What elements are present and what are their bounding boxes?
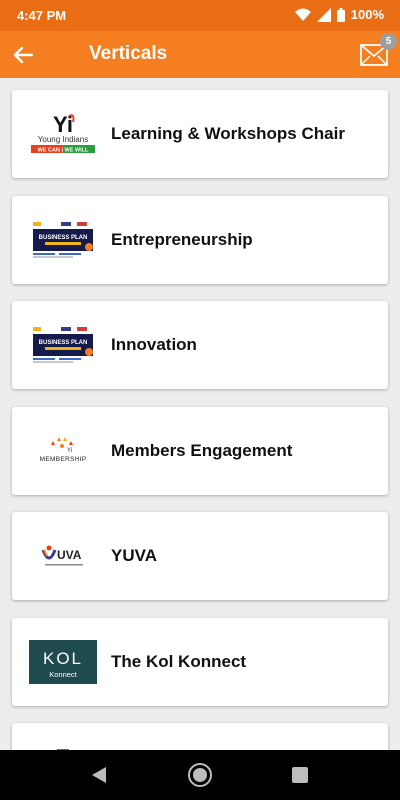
- back-arrow-icon: [13, 46, 33, 64]
- back-button[interactable]: [6, 38, 40, 72]
- page-title: Verticals: [89, 43, 168, 64]
- vertical-card-yuva[interactable]: UVA YUVA: [12, 512, 388, 600]
- wifi-icon: [294, 8, 311, 21]
- logo-text: KOL: [43, 649, 83, 668]
- vertical-label: Learning & Workshops Chair: [111, 124, 345, 143]
- vertical-label: Innovation: [111, 335, 197, 354]
- banner-text: BUSINESS PLAN: [39, 340, 88, 346]
- logo-text: MEMBERSHIP: [40, 456, 87, 463]
- svg-text:Yi: Yi: [67, 448, 72, 454]
- kol-konnect-logo: KOL Konnect: [29, 639, 97, 685]
- verticals-list: Yi Young Indians WE CAN | WE WILL Learni…: [0, 78, 400, 750]
- vertical-card-kol-konnect[interactable]: KOL Konnect The Kol Konnect: [12, 618, 388, 706]
- nav-recents-button[interactable]: [285, 760, 315, 790]
- nav-recents-icon: [292, 767, 308, 783]
- banner-text: BUSINESS PLAN: [39, 235, 88, 241]
- battery-percent: 100%: [350, 7, 384, 22]
- yuva-logo: UVA: [29, 533, 97, 579]
- logo-subtext: Young Indians: [38, 135, 88, 144]
- yi-membership-logo: Yi MEMBERSHIP: [29, 428, 97, 474]
- young-indians-logo: Yi Young Indians WE CAN | WE WILL: [29, 111, 97, 157]
- nav-home-button[interactable]: [185, 760, 215, 790]
- business-plan-banner: BUSINESS PLAN: [29, 322, 97, 368]
- status-icons: 100%: [294, 7, 384, 22]
- app-bar: Verticals 5: [0, 31, 400, 78]
- nav-back-icon: [92, 767, 106, 783]
- system-nav-bar: [0, 750, 400, 800]
- vertical-label: YUVA: [111, 546, 157, 565]
- business-plan-banner: BUSINESS PLAN: [29, 217, 97, 263]
- status-time: 4:47 PM: [17, 8, 67, 23]
- vertical-label: Entrepreneurship: [111, 230, 253, 249]
- vertical-card-learning-workshops[interactable]: Yi Young Indians WE CAN | WE WILL Learni…: [12, 90, 388, 178]
- vertical-card-members-engagement[interactable]: Yi MEMBERSHIP Members Engagement: [12, 407, 388, 495]
- vertical-label: The Kol Konnect: [111, 652, 247, 671]
- notification-badge: 5: [380, 33, 397, 50]
- signal-icon: [316, 7, 331, 22]
- logo-tagline: WE CAN | WE WILL: [38, 148, 89, 154]
- nav-back-button[interactable]: [84, 760, 114, 790]
- vertical-card-partial[interactable]: [12, 723, 388, 750]
- battery-icon: [336, 7, 345, 22]
- vertical-card-innovation[interactable]: BUSINESS PLAN Innovation: [12, 301, 388, 389]
- vertical-label: Members Engagement: [111, 441, 293, 460]
- logo-subtext: Konnect: [49, 670, 77, 679]
- status-bar: 4:47 PM 100%: [0, 0, 400, 31]
- nav-home-icon: [188, 763, 212, 787]
- logo-text: UVA: [57, 548, 82, 562]
- vertical-card-entrepreneurship[interactable]: BUSINESS PLAN Entrepreneurship: [12, 196, 388, 284]
